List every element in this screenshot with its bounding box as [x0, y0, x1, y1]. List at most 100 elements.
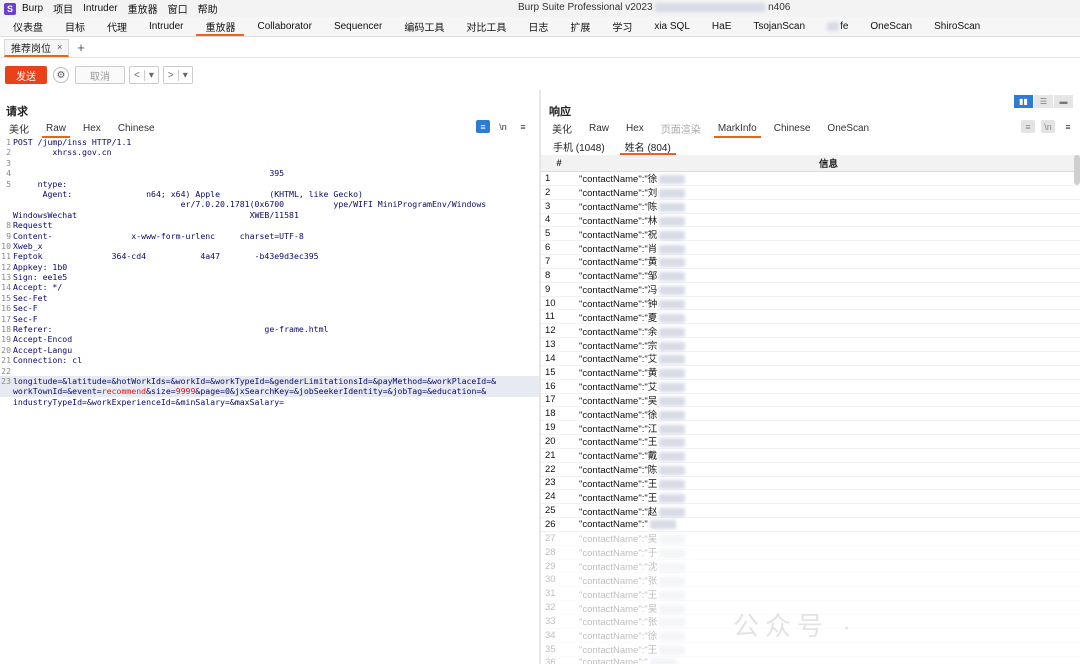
menu-icon[interactable]: ≡ — [1061, 120, 1075, 133]
table-row[interactable]: 1 "contactName":"徐 — [541, 172, 1080, 186]
tab-proxy[interactable]: 代理 — [96, 17, 138, 36]
chevron-down-icon[interactable]: ▾ — [143, 69, 158, 81]
table-row[interactable]: 11 "contactName":"夏 — [541, 310, 1080, 325]
table-row[interactable]: 28 "contactName":"于 — [541, 546, 1080, 560]
table-row[interactable]: 14 "contactName":"艾 — [541, 352, 1080, 366]
table-row[interactable]: 2 "contactName":"刘 — [541, 186, 1080, 200]
table-row[interactable]: 15 "contactName":"黄 — [541, 366, 1080, 380]
table-row[interactable]: 21 "contactName":"戴 — [541, 449, 1080, 463]
single-pane-icon[interactable]: ▬ — [1054, 95, 1073, 108]
menu-help[interactable]: 帮助 — [198, 1, 218, 16]
table-row[interactable]: 19 "contactName":"江 — [541, 421, 1080, 436]
menu-repeater[interactable]: 重放器 — [128, 1, 158, 16]
tab-dashboard[interactable]: 仪表盘 — [2, 17, 54, 36]
tab-repeater[interactable]: 重放器 — [194, 17, 246, 36]
table-row[interactable]: 18 "contactName":"徐 — [541, 407, 1080, 422]
row-index: 12 — [545, 325, 556, 337]
table-row[interactable]: 9 "contactName":"冯 — [541, 283, 1080, 297]
table-row[interactable]: 36 "contactName":" — [541, 657, 1080, 664]
table-row[interactable]: 6 "contactName":"肖 — [541, 241, 1080, 256]
table-row[interactable]: 30 "contactName":"张 — [541, 573, 1080, 588]
response-tab-render[interactable]: 页面渲染 — [661, 120, 701, 136]
table-row[interactable]: 20 "contactName":"王 — [541, 435, 1080, 449]
table-row[interactable]: 26 "contactName":" — [541, 518, 1080, 532]
tab-extensions[interactable]: 扩展 — [559, 17, 601, 36]
markinfo-tab-phone[interactable]: 手机 (1048) — [548, 139, 610, 154]
chevron-right-icon[interactable]: > — [164, 70, 178, 81]
table-row[interactable]: 35 "contactName":"王 — [541, 643, 1080, 657]
chevron-left-icon[interactable]: < — [130, 70, 144, 81]
table-row[interactable]: 17 "contactName":"吴 — [541, 394, 1080, 408]
menu-project[interactable]: 项目 — [53, 1, 73, 16]
tab-sequencer[interactable]: Sequencer — [323, 17, 393, 36]
table-row[interactable]: 4 "contactName":"林 — [541, 214, 1080, 228]
tab-hae[interactable]: HaE — [701, 17, 742, 36]
table-row[interactable]: 23 "contactName":"王 — [541, 477, 1080, 491]
send-button[interactable]: 发送 — [5, 66, 47, 84]
history-forward-group[interactable]: > ▾ — [162, 66, 193, 84]
menu-window[interactable]: 窗口 — [168, 1, 188, 16]
response-tab-markinfo[interactable]: MarkInfo — [713, 120, 761, 138]
wrap-lines-icon[interactable]: ≡ — [476, 120, 490, 133]
tab-logger[interactable]: 日志 — [517, 17, 559, 36]
response-tab-pretty[interactable]: 美化 — [552, 120, 572, 136]
row-index: 27 — [545, 532, 556, 544]
table-row[interactable]: 10 "contactName":"钟 — [541, 297, 1080, 311]
menu-burp[interactable]: Burp — [22, 3, 43, 14]
repeater-tab-recommended-jobs[interactable]: 推荐岗位 × — [4, 38, 70, 57]
table-row[interactable]: 12 "contactName":"余 — [541, 324, 1080, 339]
request-tab-hex[interactable]: Hex — [83, 120, 101, 136]
tab-target[interactable]: 目标 — [54, 17, 96, 36]
markinfo-tab-name[interactable]: 姓名 (804) — [619, 139, 676, 155]
add-tab-icon[interactable]: + — [77, 40, 85, 55]
chevron-down-icon[interactable]: ▾ — [177, 69, 192, 81]
request-title: 请求 — [6, 106, 28, 118]
response-tab-raw[interactable]: Raw — [589, 120, 609, 136]
table-row[interactable]: 8 "contactName":"邹 — [541, 269, 1080, 283]
close-icon[interactable]: × — [57, 42, 62, 52]
table-row[interactable]: 29 "contactName":"沈 — [541, 560, 1080, 574]
table-row[interactable]: 16 "contactName":"艾 — [541, 380, 1080, 394]
tab-tsojanscan[interactable]: TsojanScan — [742, 17, 816, 36]
table-row[interactable]: 13 "contactName":"宗 — [541, 338, 1080, 352]
table-row[interactable]: 24 "contactName":"王 — [541, 490, 1080, 505]
split-vertical-icon[interactable]: ☰ — [1034, 95, 1053, 108]
tab-fe[interactable]: fe — [816, 17, 859, 36]
tab-shiroscan[interactable]: ShiroScan — [923, 17, 991, 36]
menu-icon[interactable]: ≡ — [516, 120, 530, 133]
gear-icon[interactable]: ⚙ — [53, 67, 69, 83]
history-back-group[interactable]: < ▾ — [129, 66, 159, 84]
tab-collaborator[interactable]: Collaborator — [246, 17, 322, 36]
table-row[interactable]: 27 "contactName":"吴 — [541, 532, 1080, 546]
table-row[interactable]: 3 "contactName":"陈 — [541, 200, 1080, 214]
table-row[interactable]: 7 "contactName":"黄 — [541, 255, 1080, 269]
wrap-lines-icon[interactable]: ≡ — [1021, 120, 1035, 133]
response-tab-hex[interactable]: Hex — [626, 120, 644, 136]
request-editor[interactable]: 1 POST /jump/inss HTTP/1.1 2 xhrss.gov.cn 3… — [0, 137, 539, 664]
table-row[interactable]: 25 "contactName":"赵 — [541, 504, 1080, 519]
tab-onescan[interactable]: OneScan — [859, 17, 923, 36]
response-tab-chinese[interactable]: Chinese — [774, 120, 811, 136]
request-line: 5 ntype: — [6, 178, 68, 189]
newline-icon[interactable]: \n — [496, 120, 510, 133]
table-row[interactable]: 22 "contactName":"陈 — [541, 463, 1080, 477]
tab-learn[interactable]: 学习 — [601, 17, 643, 36]
response-tab-onescan[interactable]: OneScan — [827, 120, 869, 136]
burp-logo-icon: S — [4, 2, 16, 15]
menu-intruder[interactable]: Intruder — [83, 3, 117, 14]
split-horizontal-icon[interactable]: ▮▮ — [1014, 95, 1033, 108]
request-tab-pretty[interactable]: 美化 — [9, 120, 29, 136]
table-row[interactable]: 31 "contactName":"王 — [541, 587, 1080, 602]
table-row[interactable]: 5 "contactName":"祝 — [541, 227, 1080, 242]
table-scrollbar[interactable] — [1074, 155, 1080, 185]
newline-icon[interactable]: \n — [1041, 120, 1055, 133]
cancel-button[interactable]: 取消 — [75, 66, 125, 84]
column-header-index[interactable]: # — [541, 158, 577, 169]
column-header-info[interactable]: 信息 — [577, 156, 1080, 170]
tab-decoder[interactable]: 编码工具 — [393, 17, 455, 36]
tab-comparer[interactable]: 对比工具 — [455, 17, 517, 36]
tab-intruder[interactable]: Intruder — [138, 17, 194, 36]
tab-xia-sql[interactable]: xia SQL — [643, 17, 701, 36]
request-tab-raw[interactable]: Raw — [41, 120, 71, 138]
request-tab-chinese[interactable]: Chinese — [118, 120, 155, 136]
